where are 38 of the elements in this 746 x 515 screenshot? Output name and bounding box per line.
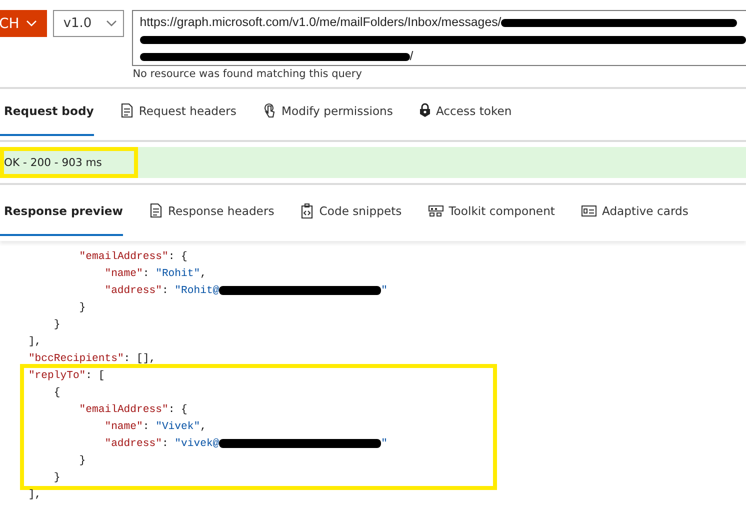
tab[interactable]: Request body [0, 89, 94, 136]
code-line: "name": "Vivek", [104, 420, 206, 435]
card-icon [580, 204, 597, 216]
code-line: "replyTo": [ [27, 369, 105, 384]
code-line: "address": "Rohit@ " [104, 284, 388, 299]
tab[interactable]: Access token [414, 89, 512, 136]
url-field[interactable]: https://graph.microsoft.com/v1.0/me/mailFolders/Inbox/messages/ / [132, 10, 746, 66]
code-line: ], [27, 335, 42, 350]
status-text: OK - 200 - 903 ms [3, 156, 102, 169]
code-line: "emailAddress": { [78, 403, 188, 418]
error-message: No resource was found matching this query [132, 68, 363, 80]
code-line: "name": "Rohit", [104, 267, 206, 282]
method-dropdown[interactable]: CH [0, 10, 48, 37]
version-dropdown[interactable]: v1.0 [53, 10, 124, 37]
code-line: "emailAddress": { [78, 250, 188, 265]
document-icon [149, 203, 163, 218]
chevron-down-icon [26, 20, 38, 27]
code-line: } [78, 301, 86, 316]
code-line: "bccRecipients": [], [27, 352, 156, 367]
tab[interactable]: Response preview [0, 189, 123, 236]
code-line: } [52, 318, 60, 333]
tab[interactable]: Adaptive cards [576, 189, 688, 236]
document-icon [120, 103, 134, 118]
lock-icon [418, 103, 431, 118]
component-icon [428, 204, 444, 216]
tab[interactable]: Request headers [116, 89, 236, 136]
code-line: } [52, 471, 60, 486]
chevron-down-icon [106, 20, 117, 27]
code-line: } [78, 454, 86, 469]
code-line: "address": "vivek@ " [104, 437, 388, 452]
clipboard-icon [300, 202, 314, 218]
code-line: { [52, 386, 60, 401]
tab[interactable]: Response headers [145, 189, 274, 236]
tab[interactable]: Code snippets [296, 189, 402, 236]
tab[interactable]: Toolkit component [424, 189, 555, 236]
tab[interactable]: Modify permissions [258, 89, 393, 136]
code-line: ], [27, 488, 42, 503]
hand-icon [262, 102, 276, 118]
